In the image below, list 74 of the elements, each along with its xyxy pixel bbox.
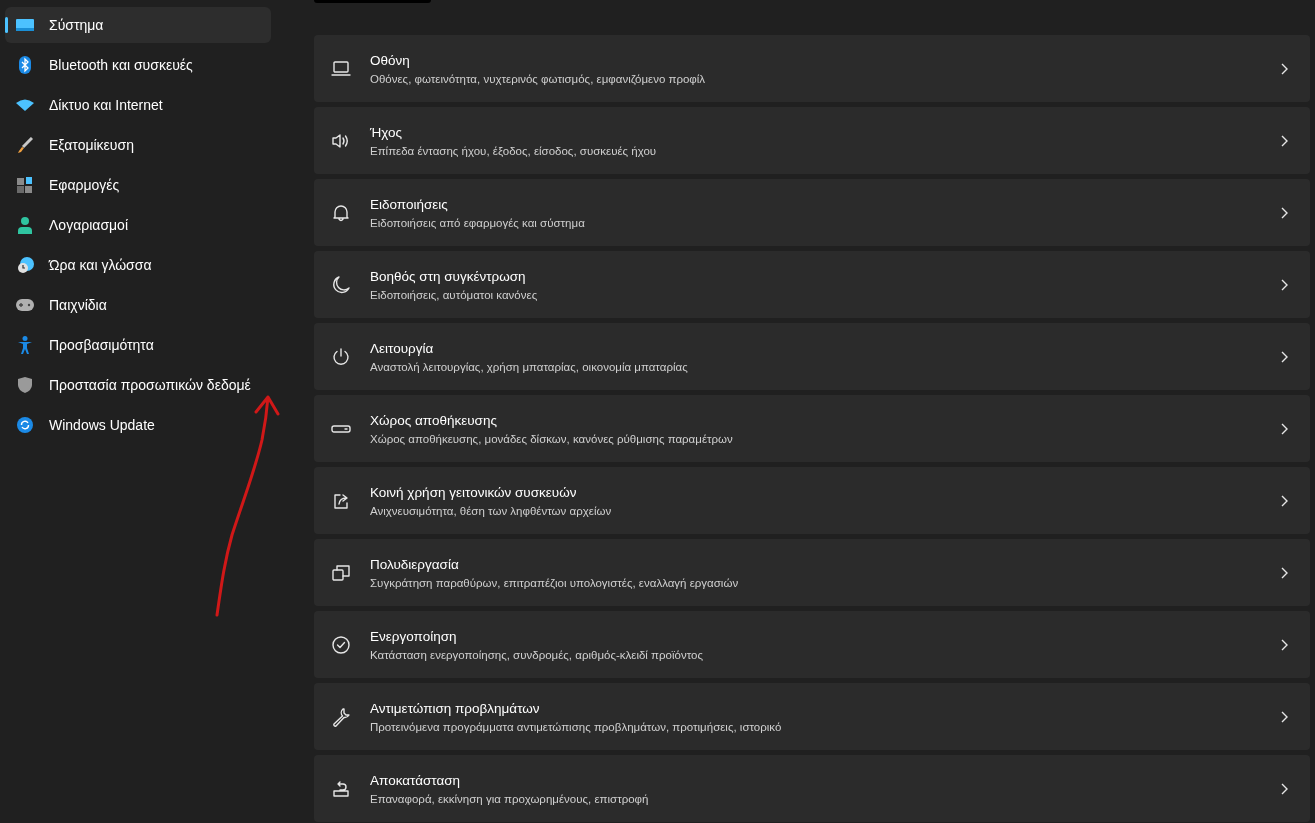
sidebar-item[interactable]: Παιχνίδια — [5, 287, 271, 323]
setting-title: Αποκατάσταση — [370, 771, 461, 789]
settings-row[interactable]: Βοηθός στη συγκέντρωση Ειδοποιήσεις, αυτόματοι κανόνες — [314, 251, 1310, 318]
setting-title: Λειτουργία — [370, 339, 434, 357]
sidebar-item[interactable]: Εξατομίκευση — [5, 127, 271, 163]
sidebar-item[interactable]: Προσβασιμότητα — [5, 327, 271, 363]
sync-icon — [17, 417, 33, 433]
gamepad-icon — [16, 299, 34, 311]
sidebar-item[interactable]: Λογαριασμοί — [5, 207, 271, 243]
check-circle-icon — [331, 634, 351, 655]
chevron-right-icon — [1280, 638, 1288, 651]
setting-title: Οθόνη — [370, 51, 410, 69]
setting-description: Προτεινόμενα προγράμματα αντιμετώπισης προβλημάτων, προτιμήσεις, ιστορικό — [370, 719, 782, 734]
person-icon — [18, 216, 32, 234]
setting-description: Ειδοποιήσεις από εφαρμογές και σύστημα — [370, 215, 585, 230]
setting-title: Χώρος αποθήκευσης — [370, 411, 497, 429]
selection-indicator — [5, 17, 8, 33]
sidebar-item[interactable]: Windows Update — [5, 407, 271, 443]
paintbrush-icon — [17, 137, 33, 153]
chevron-right-icon — [1280, 710, 1288, 723]
globe-clock-icon — [16, 256, 34, 274]
setting-description: Αναστολή λειτουργίας, χρήση μπαταρίας, οικονομία μπαταρίας — [370, 359, 688, 374]
chevron-right-icon — [1280, 278, 1288, 291]
setting-description: Ανιχνευσιμότητα, θέση των ληφθέντων αρχείων — [370, 503, 612, 518]
chevron-right-icon — [1280, 422, 1288, 435]
setting-title: Ήχος — [370, 123, 403, 141]
setting-title: Βοηθός στη συγκέντρωση — [370, 267, 526, 285]
setting-description: Ειδοποιήσεις, αυτόματοι κανόνες — [370, 287, 538, 302]
monitor-icon — [16, 18, 34, 32]
settings-row[interactable]: Οθόνη Οθόνες, φωτεινότητα, νυχτερινός φωτισμός, εμφανιζόμενο προφίλ — [314, 35, 1310, 102]
accessibility-icon — [18, 336, 32, 354]
apps-icon — [17, 177, 33, 193]
setting-title: Αντιμετώπιση προβλημάτων — [370, 699, 540, 717]
settings-row[interactable]: Χώρος αποθήκευσης Χώρος αποθήκευσης, μονάδες δίσκων, κανόνες ρύθμισης παραμέτρων — [314, 395, 1310, 462]
wrench-icon — [331, 706, 351, 727]
settings-row[interactable]: Αποκατάσταση Επαναφορά, εκκίνηση για προχωρημένους, επιστροφή — [314, 755, 1310, 822]
power-icon — [331, 346, 351, 367]
moon-icon — [331, 274, 351, 295]
settings-row[interactable]: Λειτουργία Αναστολή λειτουργίας, χρήση μπαταρίας, οικονομία μπαταρίας — [314, 323, 1310, 390]
settings-row[interactable]: Ειδοποιήσεις Ειδοποιήσεις από εφαρμογές και σύστημα — [314, 179, 1310, 246]
chevron-right-icon — [1280, 566, 1288, 579]
sidebar-item[interactable]: Εφαρμογές — [5, 167, 271, 203]
bell-icon — [331, 202, 351, 223]
settings-row[interactable]: Αντιμετώπιση προβλημάτων Προτεινόμενα προγράμματα αντιμετώπισης προβλημάτων, προτιμήσεις, ιστορικό — [314, 683, 1310, 750]
setting-description: Οθόνες, φωτεινότητα, νυχτερινός φωτισμός, εμφανιζόμενο προφίλ — [370, 71, 706, 86]
setting-title: Ενεργοποίηση — [370, 627, 457, 645]
chevron-right-icon — [1280, 134, 1288, 147]
windows-stack-icon — [331, 562, 351, 583]
sidebar-item[interactable]: Προστασία προσωπικών δεδομέ — [5, 367, 271, 403]
setting-description: Επίπεδα έντασης ήχου, έξοδος, είσοδος, συσκευές ήχου — [370, 143, 657, 158]
setting-description: Χώρος αποθήκευσης, μονάδες δίσκων, κανόνες ρύθμισης παραμέτρων — [370, 431, 733, 446]
shield-icon — [18, 377, 32, 393]
setting-description: Κατάσταση ενεργοποίησης, συνδρομές, αριθμός-κλειδί προϊόντος — [370, 647, 703, 662]
sidebar-item[interactable]: Σύστημα — [5, 7, 271, 43]
wifi-icon — [16, 99, 34, 111]
laptop-icon — [331, 58, 351, 79]
chevron-right-icon — [1280, 494, 1288, 507]
sidebar-item[interactable]: Bluetooth και συσκευές — [5, 47, 271, 83]
sidebar-item[interactable]: Δίκτυο και Internet — [5, 87, 271, 123]
setting-description: Συγκράτηση παραθύρων, επιτραπέζιοι υπολογιστές, εναλλαγή εργασιών — [370, 575, 739, 590]
settings-row[interactable]: Ενεργοποίηση Κατάσταση ενεργοποίησης, συνδρομές, αριθμός-κλειδί προϊόντος — [314, 611, 1310, 678]
setting-title: Ειδοποιήσεις — [370, 195, 448, 213]
sidebar-item[interactable]: Ώρα και γλώσσα — [5, 247, 271, 283]
setting-title: Κοινή χρήση γειτονικών συσκευών — [370, 483, 577, 501]
chevron-right-icon — [1280, 782, 1288, 795]
chevron-right-icon — [1280, 62, 1288, 75]
settings-row[interactable]: Ήχος Επίπεδα έντασης ήχου, έξοδος, είσοδος, συσκευές ήχου — [314, 107, 1310, 174]
setting-title: Πολυδιεργασία — [370, 555, 459, 573]
settings-row[interactable]: Κοινή χρήση γειτονικών συσκευών Ανιχνευσιμότητα, θέση των ληφθέντων αρχείων — [314, 467, 1310, 534]
settings-row[interactable]: Πολυδιεργασία Συγκράτηση παραθύρων, επιτραπέζιοι υπολογιστές, εναλλαγή εργασιών — [314, 539, 1310, 606]
setting-description: Επαναφορά, εκκίνηση για προχωρημένους, επιστροφή — [370, 791, 649, 806]
chevron-right-icon — [1280, 350, 1288, 363]
chevron-right-icon — [1280, 206, 1288, 219]
bluetooth-icon — [19, 56, 31, 74]
